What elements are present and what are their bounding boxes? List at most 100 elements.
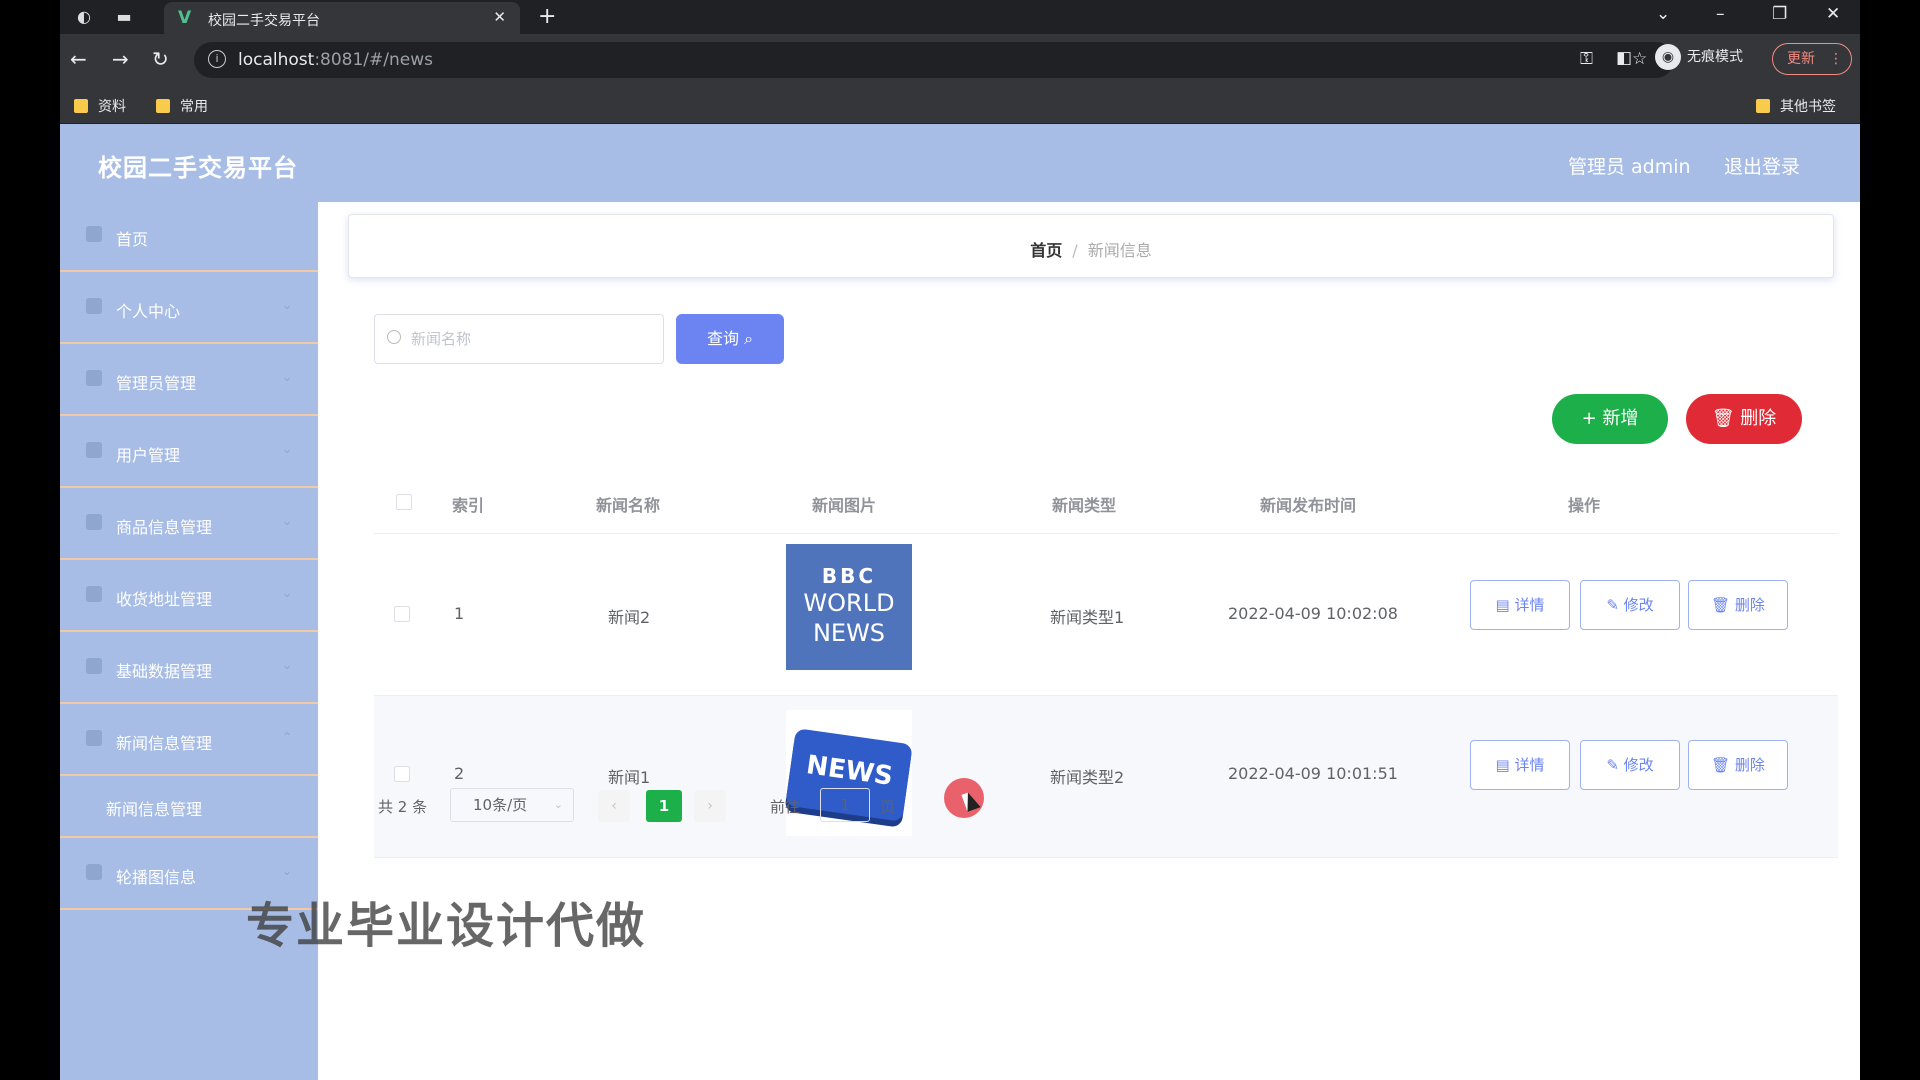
key-icon[interactable]: ⚿ [1580,49,1593,69]
sidebar-item-profile[interactable]: 个人中心 ⌄ [60,274,318,344]
breadcrumb-home[interactable]: 首页 [1030,241,1062,260]
sidebar-item-address[interactable]: 收货地址管理 ⌄ [60,562,318,632]
header-index: 索引 [452,496,485,515]
browser-tab[interactable]: V 校园二手交易平台 ✕ [164,2,520,34]
bookmark-folder-changyong[interactable]: 常用 [156,96,208,116]
star-icon[interactable]: ☆ [1632,49,1647,69]
other-bookmarks[interactable]: 其他书签 [1756,96,1836,116]
detail-label: 详情 [1514,596,1545,614]
sidebar-subitem-label: 新闻信息管理 [106,800,203,819]
bookmark-folder-ziliao[interactable]: 资料 [74,96,126,116]
breadcrumb: 首页 / 新闻信息 [349,237,1833,261]
cell-time: 2022-04-09 10:02:08 [1228,604,1398,623]
home-icon [86,226,102,242]
new-tab-button[interactable]: + [538,4,556,29]
delete-button[interactable]: 🗑 删除 [1688,740,1788,790]
back-icon[interactable]: ← [70,47,87,71]
chevron-down-icon[interactable]: ⌄ [1656,4,1670,24]
update-button[interactable]: 更新 ⋮ [1772,43,1852,75]
user-icon [86,298,102,314]
detail-button[interactable]: ▤ 详情 [1470,740,1570,790]
sidebar-item-basedata[interactable]: 基础数据管理 ⌄ [60,634,318,704]
address-toolbar: ← → ↻ i localhost:8081/#/news ⚿ ☆ ◧ ◉ 无痕模… [60,34,1860,86]
other-bookmarks-label: 其他书签 [1780,99,1836,115]
page-size-value: 10条/页 [473,796,528,814]
window-icon[interactable]: ▬ [114,7,134,27]
edit-button[interactable]: ✎ 修改 [1580,580,1680,630]
search-input[interactable] [411,327,651,351]
sidebar-item-label: 个人中心 [116,302,181,321]
folder-icon [156,99,170,113]
batch-delete-button[interactable]: 🗑 删除 [1686,394,1802,444]
sidebar-item-label: 商品信息管理 [116,518,213,537]
url-text[interactable]: localhost:8081/#/news [238,50,433,70]
app-header: 校园二手交易平台 管理员 admin 退出登录 [60,124,1860,202]
sidebar-item-goods[interactable]: 商品信息管理 ⌄ [60,490,318,560]
image-text-bbc: BBC [821,564,877,588]
page-suffix: 页 [880,798,896,816]
address-icon [86,586,102,602]
row-checkbox[interactable] [394,766,410,782]
page-size-select[interactable]: 10条/页 ⌄ [450,788,574,822]
forward-icon[interactable]: → [112,47,129,71]
vue-favicon-icon: V [178,8,192,28]
pencil-icon: ✎ [1606,596,1619,614]
mouse-cursor-highlight [944,778,984,818]
window-close-icon[interactable]: ✕ [1826,4,1840,24]
browser-window: ◐ ▬ V 校园二手交易平台 ✕ + ⌄ – ❐ ✕ ← → ↻ i local… [60,0,1860,1080]
goto-page-input[interactable]: 1 [820,788,870,822]
table-row: 1 新闻2 BBC WORLD NEWS 新闻类型1 2022-04-09 10… [374,534,1838,696]
image-text-world: WORLD [803,589,895,617]
document-icon: ▤ [1495,596,1510,614]
sidebar-item-admins[interactable]: 管理员管理 ⌄ [60,346,318,416]
reload-icon[interactable]: ↻ [152,47,169,71]
sidepanel-icon[interactable]: ◧ [1616,48,1632,68]
chevron-down-icon: ⌄ [281,658,292,672]
next-page-button[interactable]: › [694,790,726,822]
cell-index: 2 [454,764,465,783]
add-button[interactable]: + 新增 [1552,394,1668,444]
cell-time: 2022-04-09 10:01:51 [1228,764,1398,783]
image-text-news: NEWS [812,619,886,647]
pencil-icon: ✎ [1606,756,1619,774]
tab-title: 校园二手交易平台 [208,13,320,29]
header-type: 新闻类型 [1052,496,1117,515]
search-box[interactable] [374,314,664,364]
row-checkbox[interactable] [394,606,410,622]
page-number-current[interactable]: 1 [646,790,682,822]
sidebar-item-users[interactable]: 用户管理 ⌄ [60,418,318,488]
sidebar-item-label: 用户管理 [116,446,181,465]
header-actions: 操作 [1568,496,1601,515]
select-all-checkbox[interactable] [396,494,412,510]
delete-label: 删除 [1734,756,1765,774]
restore-icon[interactable]: ❐ [1772,4,1787,24]
sidebar-item-label: 管理员管理 [116,374,197,393]
delete-button[interactable]: 🗑 删除 [1688,580,1788,630]
sidebar-item-label: 收货地址管理 [116,590,213,609]
url-host: localhost [238,50,315,70]
sidebar-item-label: 首页 [116,230,149,249]
query-button[interactable]: 查询 ⌕ [676,314,784,364]
info-icon[interactable]: i [208,50,226,68]
url-path: :8081/#/news [314,50,433,70]
sidebar-item-label: 轮播图信息 [116,868,197,887]
sidebar-item-news[interactable]: 新闻信息管理 ⌃ [60,706,318,776]
chevron-down-icon: ⌄ [281,298,292,312]
globe-icon[interactable]: ◐ [74,7,94,27]
logout-link[interactable]: 退出登录 [1724,152,1800,179]
prev-page-button[interactable]: ‹ [598,790,630,822]
close-icon[interactable]: ✕ [493,8,506,26]
news-image-bbc[interactable]: BBC WORLD NEWS [786,544,912,670]
url-bar[interactable]: i localhost:8081/#/news ⚿ ☆ [194,42,1674,78]
sidebar-item-home[interactable]: 首页 [60,202,318,272]
detail-button[interactable]: ▤ 详情 [1470,580,1570,630]
edit-button[interactable]: ✎ 修改 [1580,740,1680,790]
detail-label: 详情 [1514,756,1545,774]
breadcrumb-current: 新闻信息 [1087,241,1152,260]
header-time: 新闻发布时间 [1260,496,1357,515]
bookmarks-bar: 资料 常用 其他书签 [60,86,1860,124]
incognito-indicator[interactable]: ◉ 无痕模式 [1655,44,1743,70]
delete-label: 删除 [1734,596,1765,614]
minimize-icon[interactable]: – [1716,4,1725,24]
sidebar-subitem-news-manage[interactable]: 新闻信息管理 [60,778,318,838]
